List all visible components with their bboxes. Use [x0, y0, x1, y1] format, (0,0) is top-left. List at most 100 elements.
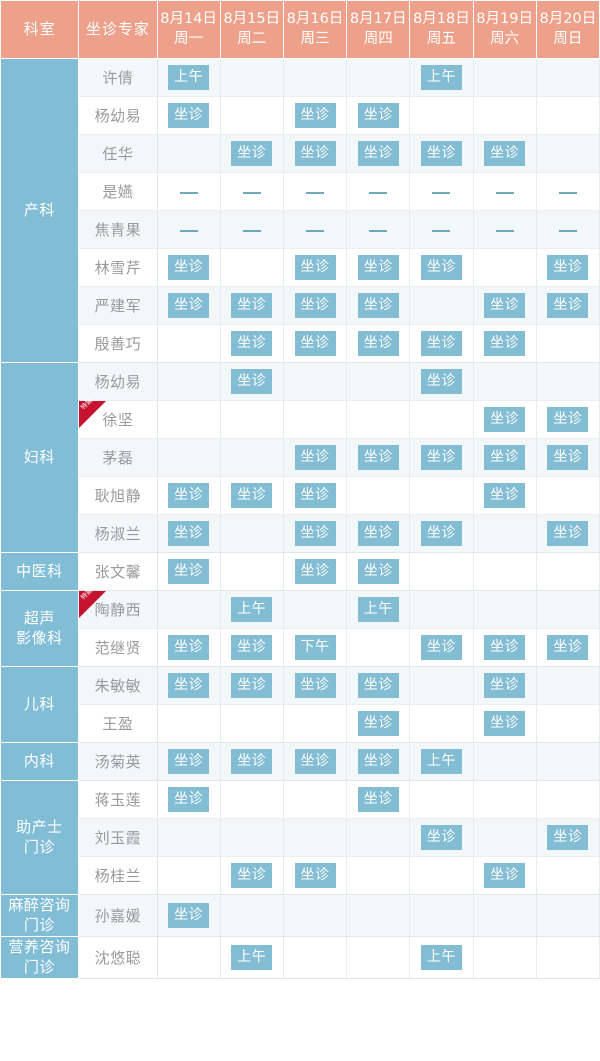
schedule-slot-badge[interactable]: 坐诊: [357, 255, 399, 280]
schedule-slot-cell[interactable]: 坐诊: [157, 476, 221, 515]
doctor-cell[interactable]: 刘玉霞: [78, 818, 158, 857]
schedule-slot-cell[interactable]: 坐诊: [220, 324, 284, 363]
schedule-slot-cell[interactable]: 坐诊: [220, 134, 284, 173]
schedule-slot-cell[interactable]: 坐诊: [473, 628, 537, 667]
schedule-slot-badge[interactable]: 坐诊: [484, 863, 526, 888]
schedule-slot-cell[interactable]: 上午: [409, 936, 474, 979]
schedule-slot-badge[interactable]: 坐诊: [547, 825, 589, 850]
schedule-slot-badge[interactable]: 坐诊: [294, 559, 336, 584]
schedule-slot-cell[interactable]: [409, 172, 474, 211]
schedule-slot-cell[interactable]: 坐诊: [473, 286, 537, 325]
schedule-slot-cell[interactable]: 坐诊: [220, 476, 284, 515]
schedule-slot-badge[interactable]: 坐诊: [168, 635, 210, 660]
doctor-cell[interactable]: 许倩: [78, 58, 158, 97]
schedule-slot-badge[interactable]: 坐诊: [231, 369, 273, 394]
schedule-slot-badge[interactable]: 坐诊: [231, 331, 273, 356]
schedule-slot-cell[interactable]: 坐诊: [157, 552, 221, 591]
schedule-slot-cell[interactable]: 坐诊: [536, 818, 600, 857]
schedule-slot-cell[interactable]: 坐诊: [409, 324, 474, 363]
doctor-cell[interactable]: 沈悠聪: [78, 936, 158, 979]
schedule-slot-cell[interactable]: 坐诊: [409, 438, 474, 477]
schedule-slot-badge[interactable]: 坐诊: [547, 255, 589, 280]
schedule-slot-cell[interactable]: 坐诊: [346, 438, 411, 477]
schedule-slot-badge[interactable]: 坐诊: [357, 445, 399, 470]
schedule-slot-cell[interactable]: 坐诊: [283, 134, 348, 173]
schedule-slot-cell[interactable]: 坐诊: [346, 286, 411, 325]
schedule-slot-cell[interactable]: 坐诊: [473, 704, 537, 743]
schedule-slot-badge[interactable]: 坐诊: [168, 749, 210, 774]
schedule-slot-cell[interactable]: [473, 172, 537, 211]
schedule-slot-cell[interactable]: 坐诊: [473, 438, 537, 477]
doctor-cell[interactable]: 王盈: [78, 704, 158, 743]
schedule-slot-badge[interactable]: 坐诊: [294, 521, 336, 546]
schedule-slot-badge[interactable]: 坐诊: [484, 673, 526, 698]
schedule-slot-badge[interactable]: 坐诊: [294, 863, 336, 888]
schedule-slot-cell[interactable]: 坐诊: [220, 628, 284, 667]
schedule-slot-cell[interactable]: 坐诊: [536, 248, 600, 287]
schedule-slot-cell[interactable]: 坐诊: [220, 856, 284, 895]
schedule-slot-cell[interactable]: 坐诊: [409, 818, 474, 857]
doctor-cell[interactable]: 汤菊英: [78, 742, 158, 781]
schedule-slot-badge[interactable]: 坐诊: [484, 445, 526, 470]
schedule-slot-cell[interactable]: 坐诊: [346, 780, 411, 819]
schedule-slot-cell[interactable]: 坐诊: [220, 286, 284, 325]
schedule-slot-badge[interactable]: 坐诊: [420, 445, 462, 470]
schedule-slot-cell[interactable]: [220, 172, 284, 211]
schedule-slot-cell[interactable]: 坐诊: [536, 400, 600, 439]
schedule-slot-cell[interactable]: 坐诊: [283, 666, 348, 705]
schedule-slot-badge[interactable]: 坐诊: [484, 711, 526, 736]
schedule-slot-cell[interactable]: 上午: [157, 58, 221, 97]
schedule-slot-badge[interactable]: 上午: [357, 597, 399, 622]
schedule-slot-badge[interactable]: 坐诊: [357, 521, 399, 546]
schedule-slot-badge[interactable]: 坐诊: [420, 369, 462, 394]
schedule-slot-cell[interactable]: 坐诊: [157, 894, 221, 937]
schedule-slot-cell[interactable]: 坐诊: [409, 628, 474, 667]
doctor-cell[interactable]: 严建军: [78, 286, 158, 325]
schedule-slot-badge[interactable]: 坐诊: [294, 483, 336, 508]
schedule-slot-badge[interactable]: 上午: [420, 749, 462, 774]
schedule-slot-cell[interactable]: 坐诊: [157, 96, 221, 135]
schedule-slot-badge[interactable]: 坐诊: [168, 521, 210, 546]
schedule-slot-cell[interactable]: 坐诊: [283, 742, 348, 781]
schedule-slot-badge[interactable]: 上午: [420, 65, 462, 90]
schedule-slot-badge[interactable]: 坐诊: [357, 103, 399, 128]
schedule-slot-cell[interactable]: 坐诊: [346, 742, 411, 781]
doctor-cell[interactable]: 特需 徐坚: [78, 397, 158, 439]
schedule-slot-badge[interactable]: 坐诊: [168, 559, 210, 584]
schedule-slot-cell[interactable]: 坐诊: [157, 742, 221, 781]
schedule-slot-badge[interactable]: 坐诊: [294, 103, 336, 128]
schedule-slot-cell[interactable]: 坐诊: [536, 514, 600, 553]
schedule-slot-cell[interactable]: 坐诊: [283, 856, 348, 895]
schedule-slot-badge[interactable]: 坐诊: [420, 825, 462, 850]
schedule-slot-badge[interactable]: 坐诊: [357, 787, 399, 812]
doctor-cell[interactable]: 焦青果: [78, 210, 158, 249]
schedule-slot-badge[interactable]: 坐诊: [547, 407, 589, 432]
schedule-slot-badge[interactable]: 坐诊: [357, 331, 399, 356]
schedule-slot-badge[interactable]: 坐诊: [294, 749, 336, 774]
doctor-cell[interactable]: 蒋玉莲: [78, 780, 158, 819]
schedule-slot-cell[interactable]: 坐诊: [409, 514, 474, 553]
schedule-slot-badge[interactable]: 坐诊: [420, 255, 462, 280]
schedule-slot-badge[interactable]: 坐诊: [231, 483, 273, 508]
schedule-slot-badge[interactable]: 坐诊: [484, 141, 526, 166]
schedule-slot-badge[interactable]: 坐诊: [231, 141, 273, 166]
schedule-slot-cell[interactable]: 坐诊: [157, 666, 221, 705]
schedule-slot-badge[interactable]: 坐诊: [168, 483, 210, 508]
schedule-slot-cell[interactable]: 上午: [220, 590, 284, 629]
schedule-slot-cell[interactable]: [473, 210, 537, 249]
schedule-slot-cell[interactable]: 坐诊: [346, 704, 411, 743]
schedule-slot-cell[interactable]: 坐诊: [346, 514, 411, 553]
schedule-slot-badge[interactable]: 坐诊: [231, 293, 273, 318]
schedule-slot-cell[interactable]: [409, 210, 474, 249]
schedule-slot-badge[interactable]: 坐诊: [357, 673, 399, 698]
schedule-slot-cell[interactable]: 上午: [346, 590, 411, 629]
doctor-cell[interactable]: 耿旭静: [78, 476, 158, 515]
schedule-slot-cell[interactable]: 坐诊: [346, 96, 411, 135]
schedule-slot-badge[interactable]: 坐诊: [420, 141, 462, 166]
schedule-slot-badge[interactable]: 坐诊: [168, 787, 210, 812]
schedule-slot-badge[interactable]: 下午: [294, 635, 336, 660]
schedule-slot-cell[interactable]: 坐诊: [346, 666, 411, 705]
schedule-slot-badge[interactable]: 坐诊: [231, 635, 273, 660]
schedule-slot-cell[interactable]: 坐诊: [283, 476, 348, 515]
schedule-slot-cell[interactable]: [283, 210, 348, 249]
